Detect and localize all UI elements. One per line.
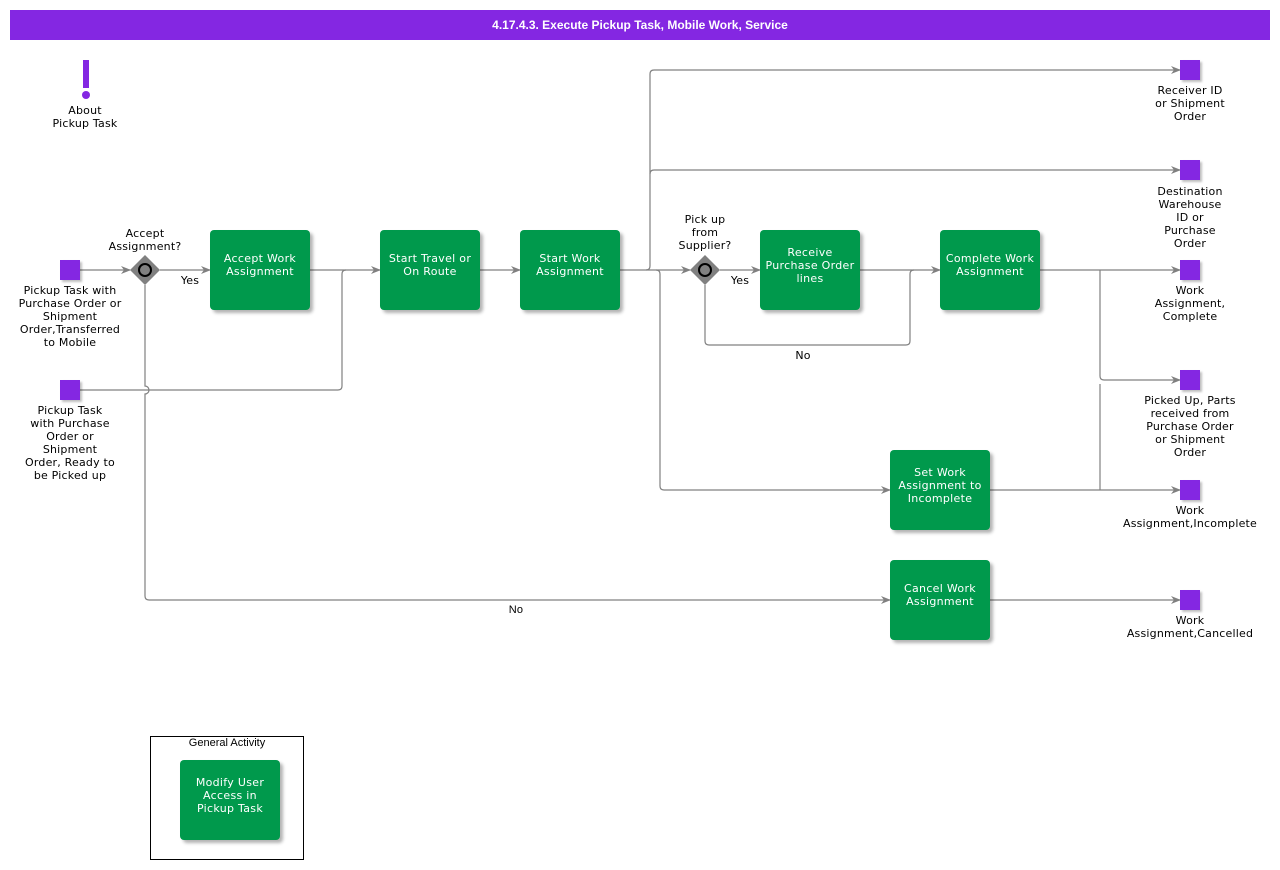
task-set-incomplete[interactable]: Set Work Assignment to Incomplete [890,450,990,530]
start-event-transferred[interactable] [60,260,80,280]
gateway-no-label: No [508,604,524,616]
task-accept-work-assignment[interactable]: Accept Work Assignment [210,230,310,310]
gateway-pick-up-from-supplier[interactable] [690,255,720,285]
end-event-receiver-id[interactable] [1180,60,1200,80]
task-complete-work-assignment[interactable]: Complete Work Assignment [940,230,1040,310]
start-event-ready[interactable] [60,380,80,400]
gateway-yes-label: Yes [730,274,750,287]
gateway-yes-label: Yes [180,274,200,287]
gateway-label: Accept Assignment? [108,227,182,253]
task-cancel-work-assignment[interactable]: Cancel Work Assignment [890,560,990,640]
end-event-label: Destination Warehouse ID or Purchase Ord… [1157,185,1223,250]
task-start-travel[interactable]: Start Travel or On Route [380,230,480,310]
general-activity-title: General Activity [188,737,266,749]
end-event-label: Work Assignment,Incomplete [1122,504,1258,530]
gateway-label: Pick up from Supplier? [678,213,732,252]
end-event-complete[interactable] [1180,260,1200,280]
gateway-accept-assignment[interactable] [130,255,160,285]
start-event-label: Pickup Task with Purchase Order or Shipm… [18,284,122,349]
end-event-cancelled[interactable] [1180,590,1200,610]
end-event-destination-warehouse[interactable] [1180,160,1200,180]
task-receive-purchase-order-lines[interactable]: Receive Purchase Order lines [760,230,860,310]
end-event-label: Work Assignment,Cancelled [1126,614,1254,640]
flow-gw1-no [144,285,891,604]
end-event-label: Picked Up, Parts received from Purchase … [1144,394,1236,459]
end-event-picked-up[interactable] [1180,370,1200,390]
end-event-label: Receiver ID or Shipment Order [1155,84,1225,123]
flow-to-destination [649,166,1181,175]
task-modify-user-access[interactable]: Modify User Access in Pickup Task [180,760,280,840]
end-event-label: Work Assignment, Complete [1154,284,1226,323]
exclamation-icon[interactable] [78,58,94,102]
start-event-label: Pickup Task with Purchase Order or Shipm… [25,404,115,482]
gateway-no-label: No [795,349,811,362]
annotation-label: About Pickup Task [52,104,118,130]
end-event-incomplete[interactable] [1180,480,1200,500]
task-start-work-assignment[interactable]: Start Work Assignment [520,230,620,310]
